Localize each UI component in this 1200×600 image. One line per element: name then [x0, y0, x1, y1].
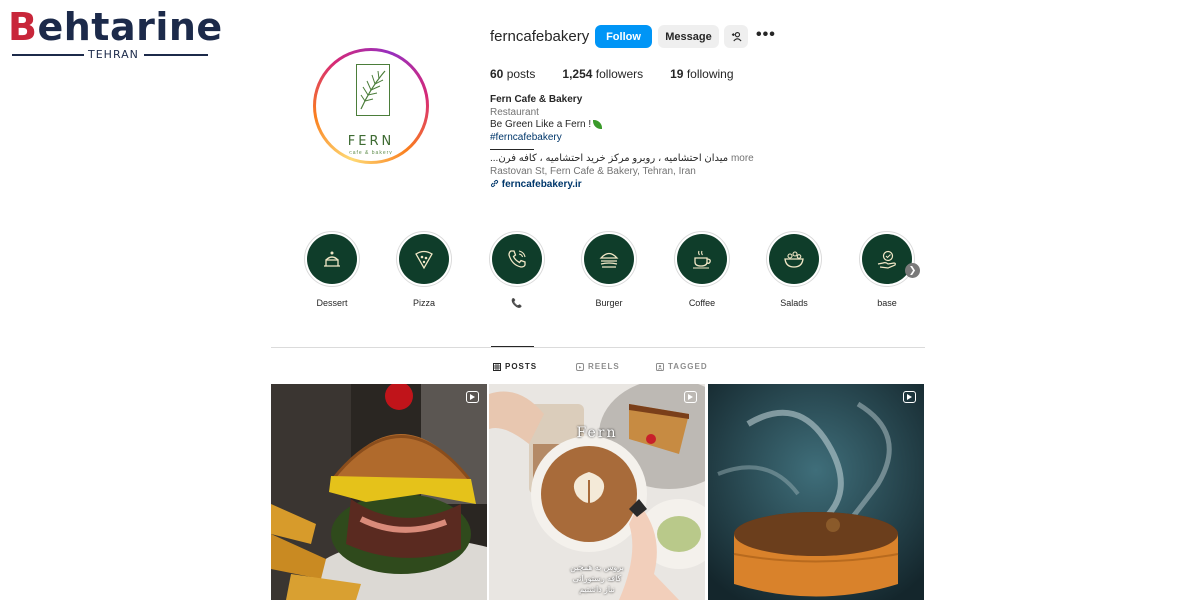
bio-farsi-row: میدان احتشامیه ، روبرو مرکز خرید احتشامی…	[490, 153, 810, 166]
watermark-wordmark: Behtarine	[8, 5, 223, 49]
highlights-next-chevron-icon[interactable]: ❯	[905, 263, 920, 278]
profile-avatar[interactable]: FERN cafe & bakery	[313, 48, 429, 164]
highlight-label: Pizza	[412, 298, 435, 308]
watermark-rule-right	[144, 54, 208, 56]
pizza-icon	[415, 250, 433, 270]
reels-icon	[576, 362, 584, 371]
watermark-rule-left	[12, 54, 84, 56]
more-options-icon[interactable]: •••	[756, 26, 776, 44]
profile-username: ferncafebakery	[490, 28, 590, 45]
watermark-subtitle: TEHRAN	[88, 48, 139, 61]
add-person-icon	[731, 32, 742, 42]
highlight-coffee[interactable]: Coffee	[674, 231, 730, 308]
highlight-label: Dessert	[316, 298, 348, 308]
tab-reels[interactable]: REELS	[576, 362, 620, 371]
bio-tagline-row: Be Green Like a Fern !	[490, 119, 810, 132]
highlight-phone[interactable]: 📞	[489, 231, 545, 309]
highlight-pizza[interactable]: Pizza	[396, 231, 452, 308]
bio-more-link[interactable]: more	[731, 153, 754, 164]
bio-name: Fern Cafe & Bakery	[490, 94, 583, 105]
bio-separator	[490, 149, 534, 151]
follow-button[interactable]: Follow	[595, 25, 652, 48]
message-button[interactable]: Message	[658, 25, 719, 48]
grid-icon	[493, 362, 501, 371]
active-tab-indicator	[491, 346, 534, 347]
following-stat[interactable]: 19 following	[670, 67, 733, 81]
tagged-icon	[656, 362, 664, 371]
tab-posts[interactable]: POSTS	[493, 362, 537, 371]
bio-category: Restaurant	[490, 106, 539, 118]
highlight-label: Coffee	[688, 298, 716, 308]
smoked-tart-photo	[708, 384, 924, 600]
burger-photo	[271, 384, 487, 600]
leaf-icon	[593, 120, 603, 130]
profile-bio: Fern Cafe & Bakery Restaurant Be Green L…	[490, 94, 810, 191]
post-overlay-title: Fern	[576, 425, 618, 441]
highlight-dessert[interactable]: Dessert	[304, 231, 360, 308]
highlight-salads[interactable]: Salads	[766, 231, 822, 308]
fern-logo-frame	[356, 64, 390, 116]
highlight-burger[interactable]: Burger	[581, 231, 637, 308]
salad-bowl-icon	[784, 251, 804, 268]
bio-link-row[interactable]: ferncafebakery.ir	[490, 179, 810, 192]
watermark-logo: Behtarine TEHRAN	[8, 4, 222, 62]
tabs-divider	[271, 347, 925, 348]
highlight-label: 📞	[511, 298, 523, 308]
post-caption-line-1: بروس به همچین	[570, 563, 624, 572]
post-caption-line-2: کافه رستورانی	[572, 574, 622, 583]
bio-farsi: میدان احتشامیه ، روبرو مرکز خرید احتشامی…	[490, 153, 729, 165]
posts-stat[interactable]: 60 posts	[490, 67, 535, 81]
burger-icon	[599, 252, 619, 268]
profile-stats: 60 posts 1,254 followers 19 following	[490, 67, 761, 81]
bio-tagline: Be Green Like a Fern !	[490, 119, 592, 131]
highlight-label: base	[877, 298, 897, 308]
followers-stat[interactable]: 1,254 followers	[562, 67, 643, 81]
fern-leaf-icon	[360, 70, 386, 110]
highlight-label: Salads	[780, 298, 808, 308]
post-thumbnail-tart[interactable]	[708, 384, 924, 600]
suggested-accounts-button[interactable]	[724, 25, 748, 48]
highlight-label: Burger	[595, 298, 623, 308]
bio-website-link[interactable]: ferncafebakery.ir	[502, 179, 582, 190]
avatar-brand-name: FERN	[347, 134, 395, 149]
coffee-cup-icon	[693, 250, 711, 269]
post-thumbnail-burger[interactable]	[271, 384, 487, 600]
reel-badge-icon	[684, 391, 697, 403]
post-caption-line-3: نیاز داشتیم	[579, 585, 615, 594]
bio-address[interactable]: Rastovan St, Fern Cafe & Bakery, Tehran,…	[490, 166, 810, 179]
cake-icon	[324, 251, 340, 267]
hand-badge-icon	[877, 250, 896, 269]
tab-tagged[interactable]: TAGGED	[656, 362, 708, 371]
phone-icon	[508, 250, 526, 268]
post-thumbnail-latte[interactable]: Fern بروس به همچین کافه رستورانی نیاز دا…	[489, 384, 705, 600]
link-icon	[490, 180, 499, 188]
reel-badge-icon	[903, 391, 916, 403]
bio-hashtag[interactable]: #ferncafebakery	[490, 132, 810, 145]
avatar-brand-sub: cafe & bakery	[349, 150, 393, 156]
reel-badge-icon	[466, 391, 479, 403]
